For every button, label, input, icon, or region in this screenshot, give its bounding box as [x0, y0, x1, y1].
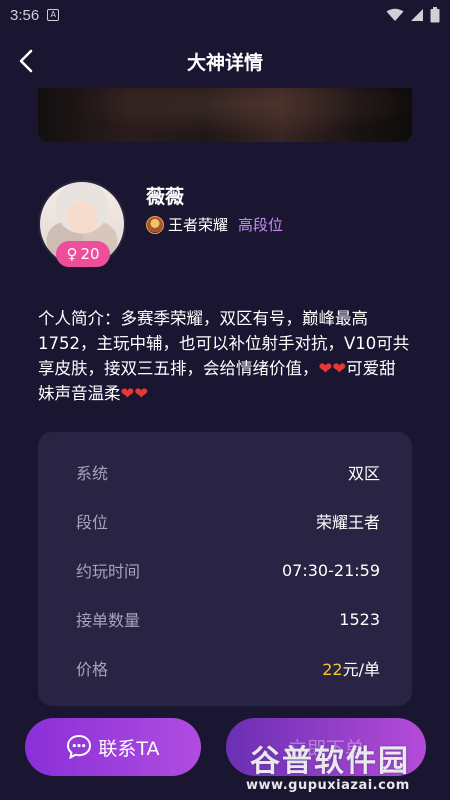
info-label: 价格 [76, 660, 109, 679]
info-row-system: 系统 双区 [76, 460, 380, 484]
status-icons [386, 7, 440, 23]
info-row-price: 价格 22元/单 [76, 656, 380, 680]
game-info: 王者荣耀 高段位 [146, 214, 283, 235]
watermark-url: www.gupuxiazai.com [246, 778, 410, 793]
header: 大神详情 [0, 38, 450, 84]
status-bar: 3:56 A [0, 0, 450, 30]
contact-label: 联系TA [98, 737, 160, 760]
nickname: 薇薇 [146, 186, 185, 208]
info-row-order-count: 接单数量 1523 [76, 607, 380, 631]
info-label: 接单数量 [76, 611, 141, 630]
gender-age-badge: ♀ 20 [56, 241, 110, 267]
chat-icon [67, 734, 92, 760]
signal-icon [411, 9, 423, 21]
game-icon [146, 215, 164, 234]
info-value: 07:30-21:59 [282, 560, 380, 580]
intro-text: 个人简介：多赛季荣耀，双区有号，巅峰最高1752，主玩中辅，也可以补位射手对抗，… [38, 306, 412, 406]
price-value: 22元/单 [322, 656, 380, 680]
rank-tag: 高段位 [238, 216, 284, 234]
order-label: 立即下单 [287, 737, 364, 760]
contact-button[interactable]: 联系TA [25, 718, 201, 776]
notification-a-icon: A [47, 9, 60, 21]
info-value: 1523 [339, 609, 380, 629]
price-number: 22 [322, 660, 343, 679]
cover-media[interactable] [38, 88, 412, 142]
info-value: 荣耀王者 [315, 513, 380, 532]
female-icon: ♀ [66, 245, 78, 263]
page: 3:56 A 大神详情 ♀ 20 薇薇 王者荣耀 高段位 个人简介：多赛季荣耀，… [0, 0, 450, 800]
info-row-play-time: 约玩时间 07:30-21:59 [76, 558, 380, 582]
info-label: 段位 [76, 513, 109, 532]
game-name: 王者荣耀 [168, 216, 229, 234]
heart-icon: ❤❤ [318, 359, 347, 378]
battery-icon [430, 7, 440, 23]
status-time: 3:56 [10, 6, 40, 24]
info-value: 双区 [347, 464, 380, 483]
wifi-icon [386, 8, 404, 21]
age-value: 20 [80, 245, 100, 263]
info-label: 约玩时间 [76, 562, 141, 581]
info-card: 系统 双区 段位 荣耀王者 约玩时间 07:30-21:59 接单数量 1523… [38, 432, 412, 706]
info-row-rank: 段位 荣耀王者 [76, 509, 380, 533]
info-label: 系统 [76, 464, 109, 483]
order-button[interactable]: 立即下单 [226, 718, 426, 776]
heart-icon: ❤❤ [120, 384, 149, 403]
price-unit: 元/单 [342, 660, 380, 679]
page-title: 大神详情 [186, 52, 263, 74]
